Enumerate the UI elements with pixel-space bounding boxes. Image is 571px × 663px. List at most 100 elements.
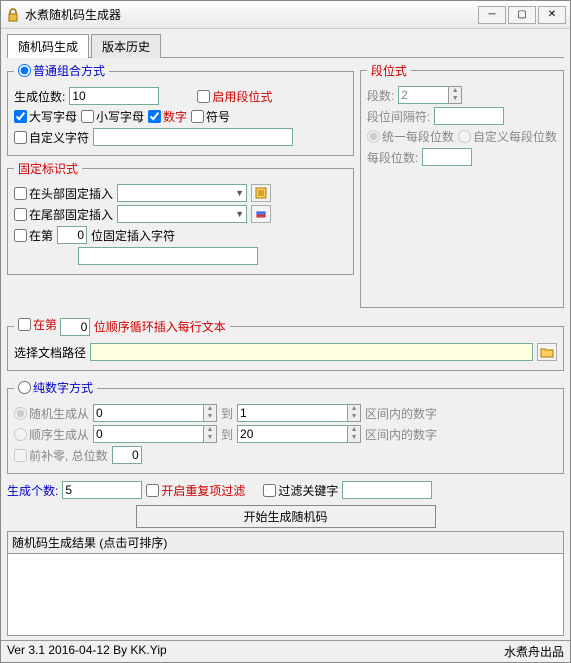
spin-up-icon[interactable]: ▲ — [348, 426, 360, 434]
seq-label: 顺序生成从 — [29, 426, 89, 443]
seg-custom-radio[interactable] — [458, 130, 471, 143]
dedup-label: 开启重复项过滤 — [161, 482, 245, 499]
dedup-checkbox[interactable] — [146, 484, 159, 497]
custom-checkbox[interactable] — [14, 131, 27, 144]
tabs: 随机码生成 版本历史 — [7, 33, 564, 58]
loop-legend: 在第 位顺序循环插入每行文本 — [14, 316, 230, 336]
rand-label: 随机生成从 — [29, 405, 89, 422]
lower-checkbox[interactable] — [81, 110, 94, 123]
loop-prefix: 在第 — [33, 316, 57, 333]
spin-up-icon[interactable]: ▲ — [204, 426, 216, 434]
numeric-legend-text: 纯数字方式 — [33, 379, 93, 396]
rand-radio[interactable] — [14, 407, 27, 420]
spin-down-icon[interactable]: ▼ — [204, 413, 216, 421]
atpos-input[interactable] — [57, 226, 87, 244]
seg-count-input[interactable] — [398, 86, 448, 104]
spin-up-icon[interactable]: ▲ — [348, 405, 360, 413]
seg-sep-input[interactable] — [434, 107, 504, 125]
pad-input[interactable] — [112, 446, 142, 464]
seg-sep-label: 段位间隔符: — [367, 108, 430, 125]
spin-down-icon[interactable]: ▼ — [449, 95, 461, 103]
lower-label: 小写字母 — [96, 108, 144, 125]
number-label: 数字 — [163, 108, 187, 125]
seq-a-input[interactable] — [93, 425, 203, 443]
common-legend-text: 普通组合方式 — [33, 62, 105, 79]
seg-count-spinner[interactable]: ▲▼ — [398, 86, 462, 104]
fixed-group: 固定标识式 在头部固定插入 ▼ 在尾部固定插入 ▼ 在第 位固定插入 — [7, 160, 354, 275]
seg-group: 段位式 段数: ▲▼ 段位间隔符: 统一每段位数 自定义每 — [360, 62, 564, 308]
atpos-checkbox[interactable] — [14, 229, 27, 242]
seg-each-label: 每段位数: — [367, 149, 418, 166]
browse-button[interactable] — [537, 343, 557, 361]
filter-input[interactable] — [342, 481, 432, 499]
to-label-1: 到 — [221, 405, 233, 422]
mode-numeric-radio[interactable] — [18, 381, 31, 394]
common-legend: 普通组合方式 — [14, 62, 109, 80]
loop-pos-input[interactable] — [60, 318, 90, 336]
tail-checkbox[interactable] — [14, 208, 27, 221]
maximize-button[interactable]: ▢ — [508, 6, 536, 24]
enable-seg-checkbox[interactable] — [197, 90, 210, 103]
tab-history[interactable]: 版本历史 — [91, 34, 161, 58]
upper-label: 大写字母 — [29, 108, 77, 125]
head-label: 在头部固定插入 — [29, 185, 113, 202]
rand-a-input[interactable] — [93, 404, 203, 422]
minimize-button[interactable]: ─ — [478, 6, 506, 24]
filter-checkbox[interactable] — [263, 484, 276, 497]
symbol-checkbox[interactable] — [191, 110, 204, 123]
pad-label: 前补零, 总位数 — [29, 447, 108, 464]
status-left: Ver 3.1 2016-04-12 By KK.Yip — [7, 643, 167, 660]
range-suffix-2: 区间内的数字 — [365, 426, 437, 443]
head-checkbox[interactable] — [14, 187, 27, 200]
generate-row: 生成个数: 开启重复项过滤 过滤关键字 — [7, 481, 564, 499]
seg-unified-label: 统一每段位数 — [382, 128, 454, 145]
seq-b-input[interactable] — [237, 425, 347, 443]
head-combo[interactable]: ▼ — [117, 184, 247, 202]
window-body: 随机码生成 版本历史 普通组合方式 生成位数: 启用段位式 大写字母 小写字母 — [1, 29, 570, 640]
numeric-group: 纯数字方式 随机生成从 ▲▼ 到 ▲▼ 区间内的数字 顺序生成从 ▲▼ 到 ▲▼… — [7, 379, 564, 474]
window-buttons: ─ ▢ ✕ — [478, 6, 566, 24]
spin-up-icon[interactable]: ▲ — [204, 405, 216, 413]
tail-label: 在尾部固定插入 — [29, 206, 113, 223]
rand-b-input[interactable] — [237, 404, 347, 422]
mode-common-radio[interactable] — [18, 64, 31, 77]
tail-combo[interactable]: ▼ — [117, 205, 247, 223]
fixed-legend: 固定标识式 — [14, 160, 82, 177]
pad-checkbox[interactable] — [14, 449, 27, 462]
head-list-button[interactable] — [251, 184, 271, 202]
spin-down-icon[interactable]: ▼ — [348, 434, 360, 442]
gen-digits-input[interactable] — [69, 87, 159, 105]
upper-checkbox[interactable] — [14, 110, 27, 123]
custom-input[interactable] — [93, 128, 293, 146]
top-columns: 普通组合方式 生成位数: 启用段位式 大写字母 小写字母 数字 符号 — [7, 58, 564, 312]
results-body[interactable] — [7, 554, 564, 636]
status-right: 水煮舟出品 — [504, 643, 564, 660]
range-suffix-1: 区间内的数字 — [365, 405, 437, 422]
lock-icon — [5, 7, 21, 23]
spin-up-icon[interactable]: ▲ — [449, 87, 461, 95]
atpos-text-input[interactable] — [78, 247, 258, 265]
tab-random[interactable]: 随机码生成 — [7, 34, 89, 58]
spin-down-icon[interactable]: ▼ — [348, 413, 360, 421]
gen-count-input[interactable] — [62, 481, 142, 499]
seg-each-input[interactable] — [422, 148, 472, 166]
close-button[interactable]: ✕ — [538, 6, 566, 24]
chevron-down-icon: ▼ — [235, 188, 244, 198]
symbol-label: 符号 — [206, 108, 230, 125]
numeric-legend: 纯数字方式 — [14, 379, 97, 397]
start-button[interactable]: 开始生成随机码 — [136, 505, 436, 528]
results-header[interactable]: 随机码生成结果 (点击可排序) — [7, 531, 564, 554]
seg-unified-radio[interactable] — [367, 130, 380, 143]
folder-icon — [540, 346, 554, 358]
common-group: 普通组合方式 生成位数: 启用段位式 大写字母 小写字母 数字 符号 — [7, 62, 354, 156]
gen-count-label: 生成个数: — [7, 482, 58, 499]
filter-label: 过滤关键字 — [278, 482, 338, 499]
window-title: 水煮随机码生成器 — [25, 6, 478, 23]
tail-delete-button[interactable] — [251, 205, 271, 223]
loop-checkbox[interactable] — [18, 318, 31, 331]
number-checkbox[interactable] — [148, 110, 161, 123]
seg-count-label: 段数: — [367, 87, 394, 104]
seq-radio[interactable] — [14, 428, 27, 441]
spin-down-icon[interactable]: ▼ — [204, 434, 216, 442]
loop-path-input[interactable] — [90, 343, 533, 361]
